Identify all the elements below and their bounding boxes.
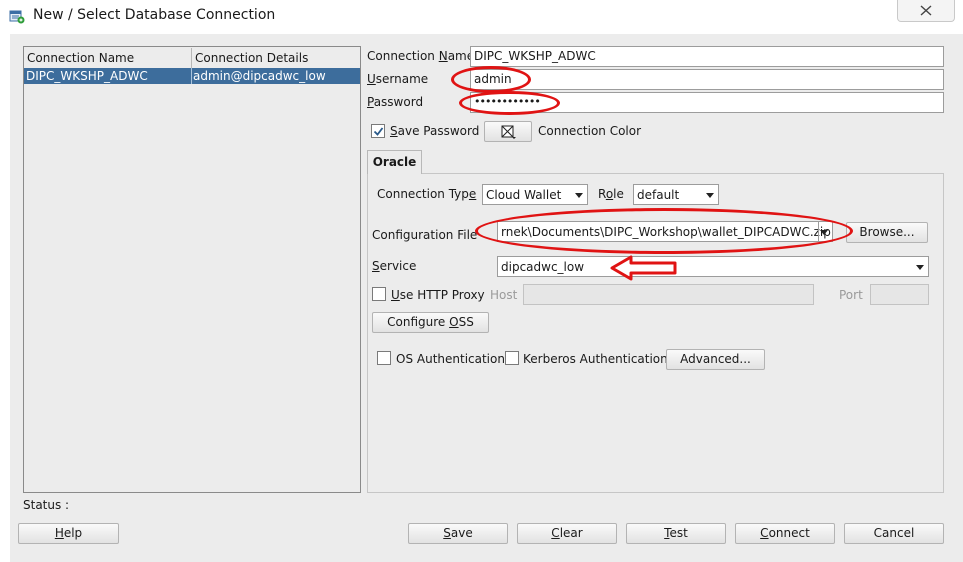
connection-row-details: admin@dipcadwc_low — [193, 69, 326, 83]
annotation-ellipse-configuration-file — [475, 208, 853, 254]
column-header-connection-details[interactable]: Connection Details — [192, 48, 360, 68]
cancel-button[interactable]: Cancel — [844, 523, 944, 544]
role-select[interactable]: default — [633, 184, 719, 205]
role-value: default — [637, 188, 680, 202]
kerberos-authentication-checkbox[interactable] — [505, 351, 519, 365]
connection-row[interactable]: DIPC_WKSHP_ADWC admin@dipcadwc_low — [24, 68, 360, 84]
connect-button[interactable]: Connect — [735, 523, 835, 544]
window-title: New / Select Database Connection — [33, 7, 276, 23]
os-authentication-label: OS Authentication — [396, 352, 505, 366]
host-field[interactable] — [523, 284, 814, 305]
close-icon — [920, 5, 932, 16]
annotation-ellipse-username — [451, 66, 531, 93]
test-button[interactable]: Test — [626, 523, 726, 544]
connection-list[interactable] — [23, 46, 361, 493]
use-http-proxy-checkbox[interactable] — [372, 287, 386, 301]
clear-button[interactable]: Clear — [517, 523, 617, 544]
username-label: Username — [367, 72, 429, 86]
kerberos-authentication-label: Kerberos Authentication — [523, 352, 668, 366]
port-label: Port — [839, 288, 863, 302]
connection-color-button[interactable] — [484, 121, 532, 142]
service-label: Service — [372, 259, 417, 273]
database-connection-icon — [9, 9, 25, 24]
help-button[interactable]: Help — [18, 523, 119, 544]
chevron-down-icon — [916, 265, 924, 270]
use-http-proxy-label: Use HTTP Proxy — [391, 288, 485, 302]
connection-type-select[interactable]: Cloud Wallet — [482, 184, 588, 205]
save-button[interactable]: Save — [408, 523, 508, 544]
configuration-file-label: Configuration File — [372, 228, 478, 242]
connection-name-field[interactable]: DIPC_WKSHP_ADWC — [470, 46, 944, 67]
configure-oss-button[interactable]: Configure OSS — [372, 312, 489, 333]
chevron-down-icon — [706, 193, 714, 198]
color-picker-icon — [501, 125, 516, 139]
connection-type-label: Connection Type — [377, 187, 477, 201]
annotation-ellipse-password — [459, 91, 560, 115]
column-divider — [191, 68, 192, 84]
connection-type-value: Cloud Wallet — [486, 188, 562, 202]
save-password-checkbox[interactable] — [371, 124, 385, 138]
close-button[interactable] — [897, 0, 955, 22]
connection-color-label: Connection Color — [538, 124, 642, 138]
host-label: Host — [490, 288, 518, 302]
chevron-down-icon — [575, 193, 583, 198]
username-field[interactable]: admin — [470, 69, 944, 90]
column-header-connection-name[interactable]: Connection Name — [24, 48, 192, 68]
tab-oracle[interactable]: Oracle — [367, 150, 422, 174]
connection-row-name: DIPC_WKSHP_ADWC — [26, 69, 148, 83]
status-label: Status : — [23, 498, 70, 512]
role-label: Role — [598, 187, 624, 201]
password-label: Password — [367, 95, 424, 109]
checkmark-icon — [373, 127, 384, 136]
service-value: dipcadwc_low — [501, 260, 585, 274]
save-password-label: Save Password — [390, 124, 480, 138]
os-authentication-checkbox[interactable] — [377, 351, 391, 365]
advanced-button[interactable]: Advanced... — [666, 349, 765, 370]
browse-button[interactable]: Browse... — [846, 222, 928, 243]
port-field[interactable] — [870, 284, 929, 305]
annotation-arrow-icon — [610, 255, 677, 281]
connection-name-label: Connection Name — [367, 49, 475, 63]
service-select[interactable]: dipcadwc_low — [497, 256, 929, 277]
